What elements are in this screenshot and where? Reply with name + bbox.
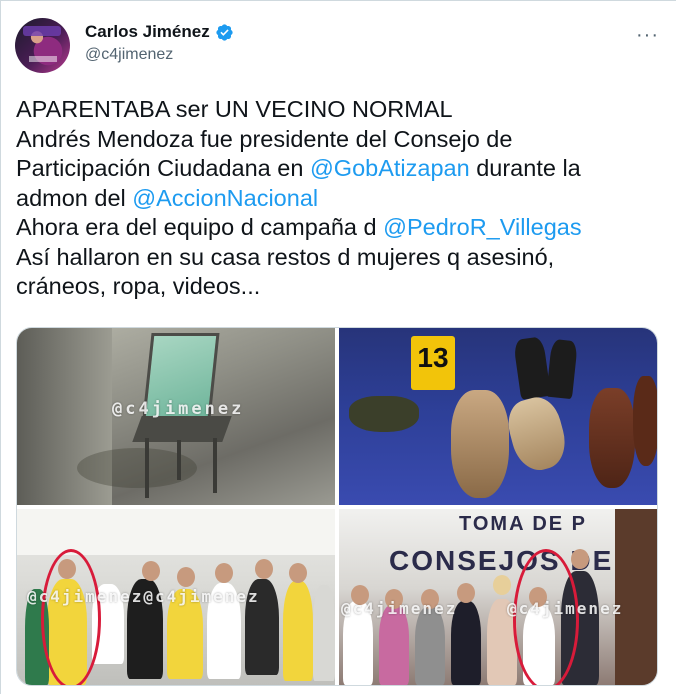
person-head [571, 549, 589, 569]
person-head [289, 563, 307, 583]
chair-leg [145, 438, 149, 498]
photo-background [17, 509, 335, 555]
person-figure [415, 607, 445, 685]
more-options-icon[interactable]: ··· [636, 24, 659, 47]
person-head [255, 559, 273, 579]
person-figure [313, 585, 335, 681]
photo-watermark: @c4jimenez [112, 399, 245, 419]
author-name-row: Carlos Jiménez [85, 22, 234, 42]
media-photo-group[interactable]: @c4jimenez@c4jimenez [17, 509, 335, 685]
verified-badge-icon [216, 23, 233, 41]
avatar-decoration [23, 26, 61, 36]
tweet-text-fragment: Participación Ciudadana en [16, 155, 310, 181]
tweet-line: APARENTABA ser UN VECINO NORMAL [16, 96, 453, 122]
tweet-text-fragment: admon del [16, 184, 133, 211]
tweet-text-fragment: Ahora era del equipo d campaña d [16, 214, 384, 240]
tweet-text-fragment: durante la [469, 155, 581, 181]
photo-watermark: @c4jimenez [341, 599, 458, 618]
mention-link-pedrorvillegas[interactable]: @PedroR_Villegas [383, 214, 581, 240]
media-photo-shoes[interactable]: 13 [339, 328, 657, 505]
photo-doorframe [615, 509, 657, 685]
shoe-heel [512, 336, 552, 400]
tweet-line: Así hallaron en su casa restos d mujeres… [16, 243, 555, 270]
tweet-line: Participación Ciudadana en @GobAtizapan … [16, 154, 666, 184]
tweet-text: APARENTABA ser UN VECINO NORMAL Andrés M… [16, 95, 666, 302]
person-head [142, 561, 160, 581]
tweet-line: Andrés Mendoza fue presidente del Consej… [16, 125, 513, 152]
brown-shoe [589, 388, 635, 488]
media-photo-banner[interactable]: TOMA DE P CONSEJOS DE @c4jimenez @c4jime… [339, 509, 657, 685]
author-handle[interactable]: @c4jimenez [85, 46, 173, 64]
dark-shoe [349, 396, 419, 432]
tweet-line: cráneos, ropa, videos... [16, 273, 261, 299]
highlight-circle [41, 549, 101, 685]
avatar-decoration [29, 56, 57, 62]
person-figure [283, 581, 313, 681]
mention-link-accionnacional[interactable]: @AccionNacional [132, 185, 318, 211]
photo-watermark: @c4jimenez [507, 599, 624, 618]
author-display-name[interactable]: Carlos Jiménez [85, 22, 210, 42]
chair-leg [177, 440, 181, 480]
author-avatar[interactable] [15, 18, 70, 73]
sneaker [502, 392, 572, 476]
media-photo-chair[interactable]: @c4jimenez [17, 328, 335, 505]
media-grid: @c4jimenez 13 @c4jimenez@c4jimenez TOMA … [16, 327, 658, 686]
person-head [493, 575, 511, 595]
brown-shoe [633, 376, 657, 466]
person-head [177, 567, 195, 587]
sneaker [451, 390, 509, 498]
tweet-line: Ahora era del equipo d campaña d @PedroR… [16, 213, 666, 243]
evidence-marker-number: 13 [417, 342, 449, 373]
chair-leg [213, 438, 217, 493]
banner-text: TOMA DE P [459, 513, 588, 535]
mention-link-gobatizapan[interactable]: @GobAtizapan [310, 155, 470, 181]
person-head [457, 583, 475, 603]
tweet-line: admon del @AccionNacional [16, 184, 666, 214]
person-head [215, 563, 233, 583]
shoe-heel [546, 338, 578, 400]
photo-watermark: @c4jimenez@c4jimenez [27, 587, 260, 606]
